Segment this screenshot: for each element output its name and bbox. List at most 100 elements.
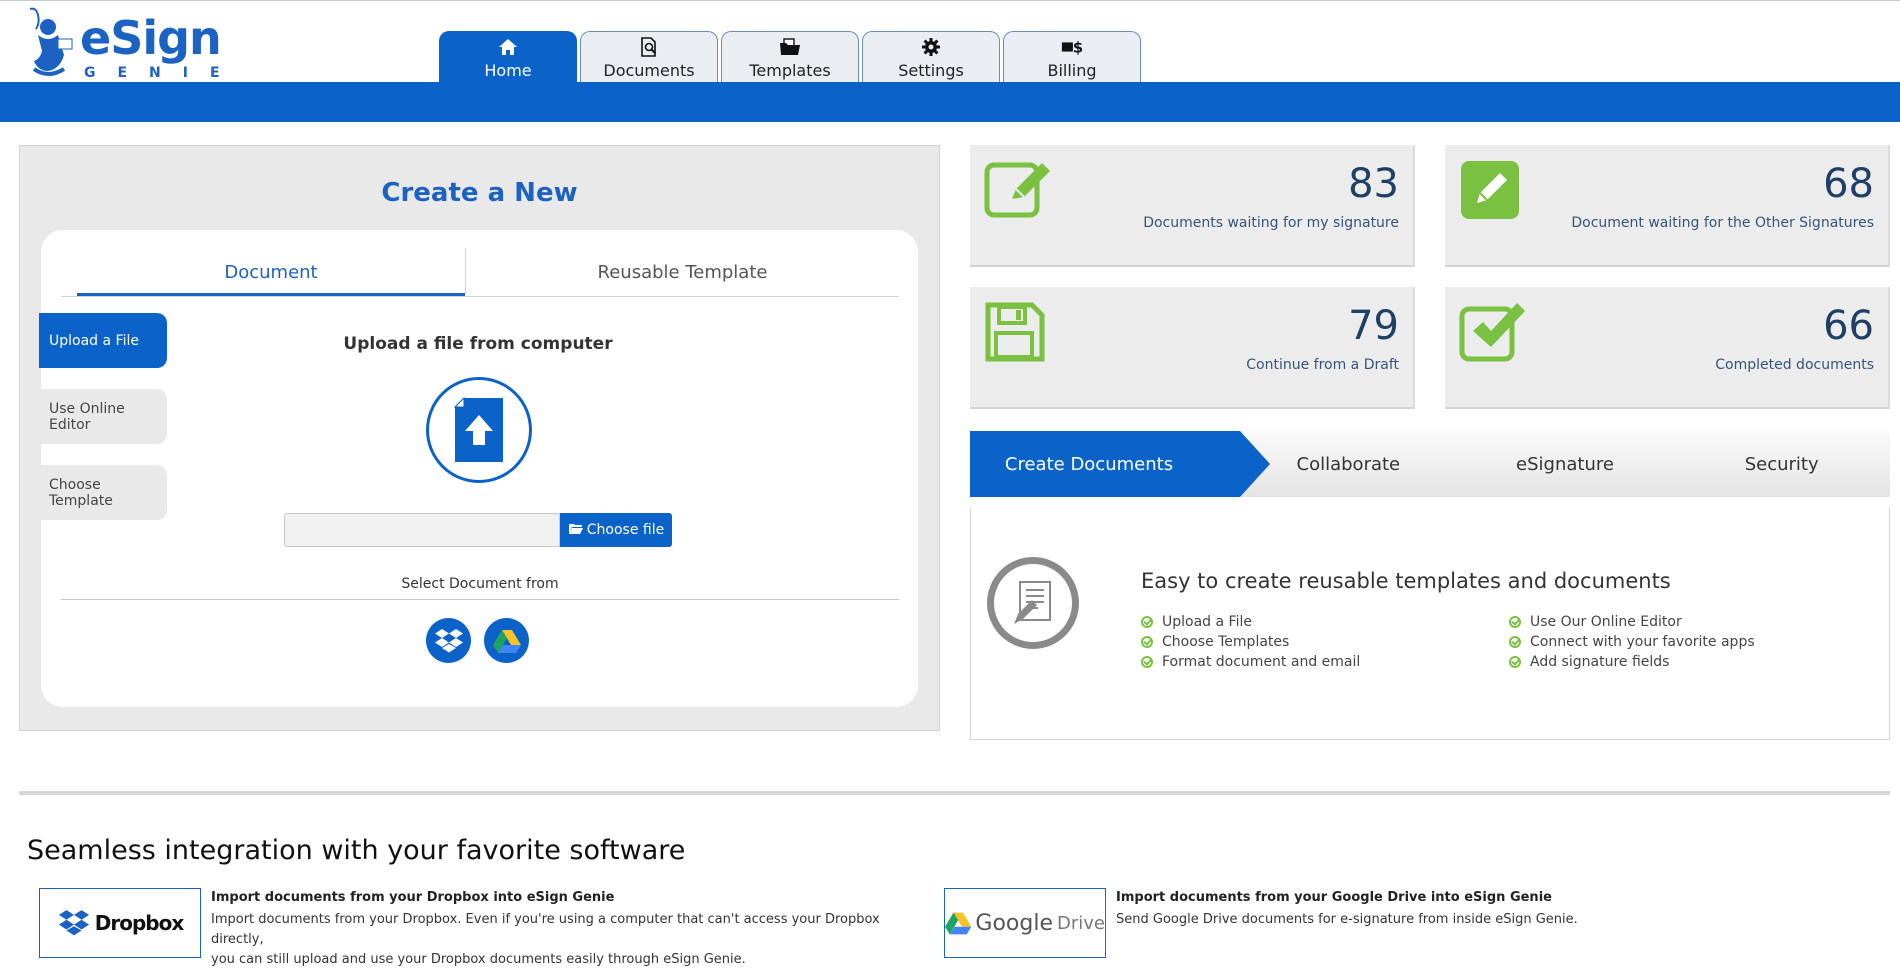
select-document-from-label: Select Document from xyxy=(61,576,899,600)
feature-item-label: Add signature fields xyxy=(1530,654,1670,670)
google-drive-heading: Import documents from your Google Drive … xyxy=(1116,890,1552,905)
esign-genie-logo[interactable]: eSign GENIE xyxy=(24,5,222,81)
check-circle-icon xyxy=(1509,616,1521,628)
save-icon xyxy=(984,301,1050,367)
choose-template-button[interactable]: Choose Template xyxy=(39,465,167,520)
feature-item-label: Choose Templates xyxy=(1162,634,1290,650)
stat-waiting-other-signatures[interactable]: 68 Document waiting for the Other Signat… xyxy=(1445,145,1890,267)
google-drive-icon xyxy=(945,912,972,935)
drive-logo-text: Drive xyxy=(1057,912,1105,934)
create-tabs: Document Reusable Template xyxy=(61,248,899,297)
brand-sub: GENIE xyxy=(84,65,242,81)
stat-label: Documents waiting for my signature xyxy=(1143,215,1399,231)
checkbox-icon xyxy=(1459,301,1525,367)
google-logo-text: Google xyxy=(975,910,1053,936)
feature-list-left: Upload a File Choose Templates Format do… xyxy=(1141,612,1360,672)
stat-value: 79 xyxy=(1348,303,1399,349)
list-item: Upload a File xyxy=(1141,612,1360,632)
upload-file-icon[interactable] xyxy=(426,377,532,483)
list-item: Add signature fields xyxy=(1509,652,1755,672)
list-item: Connect with your favorite apps xyxy=(1509,632,1755,652)
tab-create-documents[interactable]: Create Documents xyxy=(970,431,1270,497)
edit-icon xyxy=(984,159,1050,225)
create-title: Create a New xyxy=(381,178,578,208)
stat-value: 66 xyxy=(1823,303,1874,349)
nav-tab-billing[interactable]: $ Billing xyxy=(1003,31,1141,83)
dropbox-icon xyxy=(58,910,89,936)
nav-tab-label: Billing xyxy=(1047,61,1097,80)
folder-icon xyxy=(779,36,801,58)
upload-title: Upload a file from computer xyxy=(343,334,613,354)
top-header: eSign GENIE Home Documents Templates Set… xyxy=(0,0,1900,122)
dropbox-logo[interactable]: Dropbox xyxy=(39,888,201,958)
nav-tab-label: Settings xyxy=(898,61,964,80)
header-bar xyxy=(0,82,1900,122)
check-circle-icon xyxy=(1141,616,1153,628)
svg-text:$: $ xyxy=(1073,40,1083,57)
tab-collaborate[interactable]: Collaborate xyxy=(1240,431,1457,497)
stat-continue-draft[interactable]: 79 Continue from a Draft xyxy=(970,287,1415,409)
dropbox-desc-line-1: Import documents from your Dropbox. Even… xyxy=(211,912,880,947)
tab-document[interactable]: Document xyxy=(77,248,465,296)
create-new-panel: Create a New Document Reusable Template … xyxy=(19,145,940,731)
nav-tab-home[interactable]: Home xyxy=(439,31,577,83)
feature-item-label: Use Our Online Editor xyxy=(1530,614,1682,630)
tab-security[interactable]: Security xyxy=(1673,431,1890,497)
check-circle-icon xyxy=(1141,656,1153,668)
upload-file-button[interactable]: Upload a File xyxy=(39,313,167,368)
nav-tab-settings[interactable]: Settings xyxy=(862,31,1000,83)
stat-label: Continue from a Draft xyxy=(1246,357,1399,373)
dropbox-desc-line-2: you can still upload and use your Dropbo… xyxy=(211,952,746,967)
google-drive-logo[interactable]: Google Drive xyxy=(944,888,1106,958)
feature-item-label: Connect with your favorite apps xyxy=(1530,634,1755,650)
integrations-title: Seamless integration with your favorite … xyxy=(27,835,686,866)
document-search-icon xyxy=(638,36,660,58)
list-item: Choose Templates xyxy=(1141,632,1360,652)
check-circle-icon xyxy=(1141,636,1153,648)
brand-name: eSign xyxy=(80,11,222,65)
create-card: Document Reusable Template Upload a File… xyxy=(39,230,918,707)
dropbox-logo-text: Dropbox xyxy=(94,911,184,935)
pencil-icon xyxy=(1459,159,1525,225)
nav-tab-label: Documents xyxy=(603,61,695,80)
list-item: Format document and email xyxy=(1141,652,1360,672)
document-sign-icon xyxy=(987,557,1079,649)
google-drive-description: Send Google Drive documents for e-signat… xyxy=(1116,910,1816,930)
use-online-editor-button[interactable]: Use Online Editor xyxy=(39,389,167,444)
dropbox-icon[interactable] xyxy=(426,618,471,663)
home-icon xyxy=(497,36,519,58)
feature-title: Easy to create reusable templates and do… xyxy=(1141,569,1671,593)
file-path-input[interactable] xyxy=(284,513,560,547)
stat-completed-documents[interactable]: 66 Completed documents xyxy=(1445,287,1890,409)
stat-value: 68 xyxy=(1823,161,1874,207)
stat-label: Document waiting for the Other Signature… xyxy=(1571,215,1874,231)
billing-icon: $ xyxy=(1061,36,1083,58)
check-circle-icon xyxy=(1509,636,1521,648)
list-item: Use Our Online Editor xyxy=(1509,612,1755,632)
genie-mascot-icon xyxy=(29,7,73,76)
stat-waiting-my-signature[interactable]: 83 Documents waiting for my signature xyxy=(970,145,1415,267)
gear-icon xyxy=(920,36,942,58)
feature-list-right: Use Our Online Editor Connect with your … xyxy=(1509,612,1755,672)
main-nav: Home Documents Templates Settings $ Bill… xyxy=(439,31,1141,83)
google-drive-desc-line-1: Send Google Drive documents for e-signat… xyxy=(1116,912,1578,927)
nav-tab-label: Templates xyxy=(749,61,831,80)
tab-reusable-template[interactable]: Reusable Template xyxy=(466,248,899,296)
section-divider xyxy=(19,791,1890,795)
choose-file-button[interactable]: Choose file xyxy=(560,513,672,547)
check-circle-icon xyxy=(1509,656,1521,668)
dropbox-heading: Import documents from your Dropbox into … xyxy=(211,890,615,905)
feature-item-label: Upload a File xyxy=(1162,614,1252,630)
nav-tab-label: Home xyxy=(484,61,532,80)
feature-content: Easy to create reusable templates and do… xyxy=(970,507,1890,740)
nav-tab-templates[interactable]: Templates xyxy=(721,31,859,83)
feature-tabs: Create Documents Collaborate eSignature … xyxy=(970,431,1890,497)
nav-tab-documents[interactable]: Documents xyxy=(580,31,718,83)
choose-file-label: Choose file xyxy=(586,522,665,538)
stat-value: 83 xyxy=(1348,161,1399,207)
dropbox-description: Import documents from your Dropbox. Even… xyxy=(211,910,911,970)
feature-item-label: Format document and email xyxy=(1162,654,1361,670)
google-drive-icon[interactable] xyxy=(484,618,529,663)
open-folder-icon xyxy=(568,522,584,539)
tab-esignature[interactable]: eSignature xyxy=(1457,431,1674,497)
